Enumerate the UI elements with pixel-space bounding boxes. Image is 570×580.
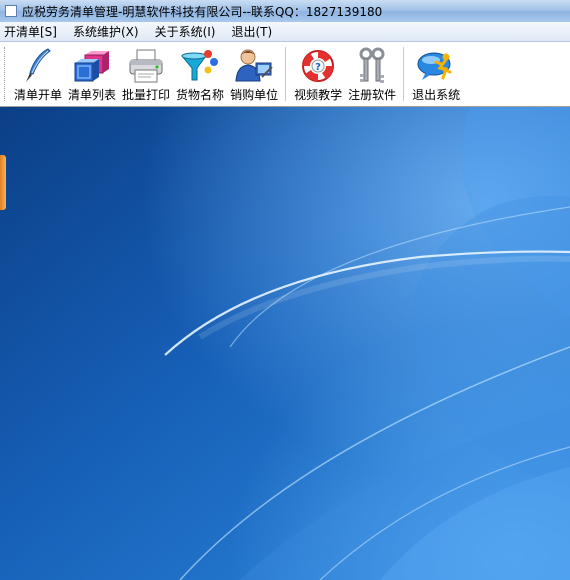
menu-open-list[interactable]: 开清单[S]: [0, 23, 65, 40]
list-view-label: 清单列表: [68, 88, 117, 102]
window-title: 应税劳务清单管理-明慧软件科技有限公司--联系QQ：1827139180: [22, 4, 383, 19]
create-list-label: 清单开单: [14, 88, 63, 102]
app-icon: [5, 5, 17, 17]
keys-icon: [352, 46, 392, 86]
video-tutorial-button[interactable]: ? 视频教学: [291, 46, 345, 103]
toolbar-separator: [285, 47, 288, 101]
menu-about[interactable]: 关于系统(I): [151, 23, 224, 40]
goods-name-label: 货物名称: [176, 88, 225, 102]
side-panel-handle[interactable]: [0, 155, 6, 210]
buyer-seller-label: 销购单位: [230, 88, 279, 102]
exit-running-man-icon: [416, 46, 456, 86]
toolbar: 清单开单 清单列表 批量打印 货物名称 销购单位 ? 视频教学 注册软件 退出系…: [0, 42, 570, 107]
batch-print-label: 批量打印: [122, 88, 171, 102]
batch-print-button[interactable]: 批量打印: [119, 46, 173, 103]
menu-exit[interactable]: 退出(T): [227, 23, 280, 40]
funnel-icon: [180, 46, 220, 86]
exit-system-button[interactable]: 退出系统: [409, 46, 463, 103]
register-software-button[interactable]: 注册软件: [345, 46, 399, 103]
user-icon: [234, 46, 274, 86]
menu-system-maintenance[interactable]: 系统维护(X): [69, 23, 147, 40]
title-bar: 应税劳务清单管理-明慧软件科技有限公司--联系QQ：1827139180: [0, 0, 570, 22]
svg-text:?: ?: [315, 62, 321, 73]
video-tutorial-label: 视频教学: [294, 88, 343, 102]
feather-pen-icon: [18, 46, 58, 86]
menu-bar: 开清单[S] 系统维护(X) 关于系统(I) 退出(T): [0, 22, 570, 42]
create-list-button[interactable]: 清单开单: [11, 46, 65, 103]
exit-system-label: 退出系统: [412, 88, 461, 102]
lifebuoy-icon: ?: [298, 46, 338, 86]
buyer-seller-button[interactable]: 销购单位: [227, 46, 281, 103]
wallpaper-background: [0, 107, 570, 580]
printer-icon: [126, 46, 166, 86]
toolbar-separator: [403, 47, 406, 101]
goods-name-button[interactable]: 货物名称: [173, 46, 227, 103]
toolbar-grip[interactable]: [4, 47, 8, 101]
main-workspace: [0, 107, 570, 580]
register-software-label: 注册软件: [348, 88, 397, 102]
cubes-icon: [72, 46, 112, 86]
list-view-button[interactable]: 清单列表: [65, 46, 119, 103]
